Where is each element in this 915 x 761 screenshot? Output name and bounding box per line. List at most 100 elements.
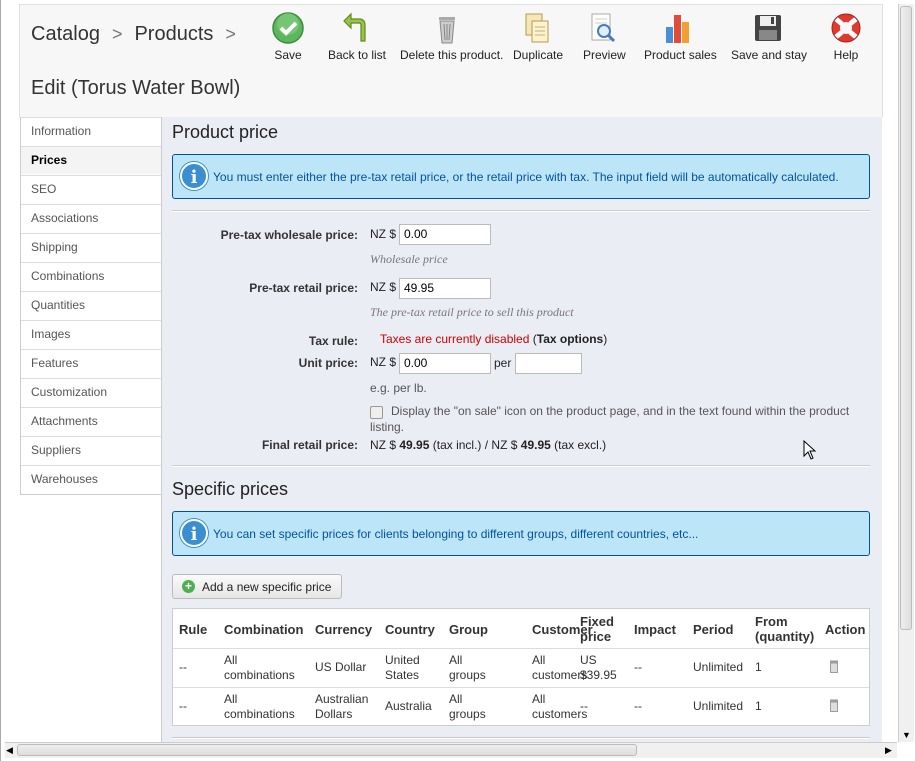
col-period: Period [693,622,734,637]
unit-price-input[interactable] [399,353,491,374]
col-fixed-price: Fixed price [580,614,614,644]
final-price-incl: 49.95 [399,438,430,452]
row2-fixed-price: -- [580,699,588,713]
row1-group-line1: All [449,653,463,667]
breadcrumb-separator: > [111,24,123,44]
breadcrumb-products[interactable]: Products [134,23,213,45]
bar-chart-icon [666,15,689,43]
back-to-list-button[interactable]: Back to list [328,11,386,62]
add-icon: + [182,580,195,593]
sidebar-item-seo[interactable]: SEO [21,175,162,204]
product-tabs-sidebar: Information Prices SEO Associations Ship… [20,117,163,495]
horizontal-scroll-thumb[interactable] [17,744,637,756]
scroll-right-arrow-icon[interactable]: ▶ [885,745,892,756]
row1-impact: -- [634,660,642,674]
info-icon: i [180,519,208,547]
save-button[interactable]: Save [270,11,306,62]
col-country: Country [385,622,435,637]
save-label: Save [274,48,302,62]
row2-impact: -- [634,699,642,713]
help-button[interactable]: Help [828,11,864,62]
sidebar-item-shipping[interactable]: Shipping [21,233,162,262]
tax-options-link[interactable]: Tax options [537,332,603,346]
sidebar-item-attachments[interactable]: Attachments [21,407,162,436]
final-price-excl: 49.95 [520,438,551,452]
on-sale-label-line1: Display the "on sale" icon on the produc… [391,404,850,418]
sidebar-item-suppliers[interactable]: Suppliers [21,436,162,465]
row1-from: 1 [755,660,762,674]
duplicate-button[interactable]: Duplicate [513,11,564,62]
sidebar-item-information[interactable]: Information [21,117,162,146]
row2-country: Australia [385,699,432,713]
retail-hint: The pre-tax retail price to sell this pr… [370,305,574,319]
col-impact: Impact [634,622,676,637]
sidebar-item-combinations[interactable]: Combinations [21,262,162,291]
duplicate-label: Duplicate [513,48,564,62]
tax-rule-value: Taxes are currently disabled (Tax option… [380,332,607,346]
on-sale-checkbox[interactable] [370,406,383,419]
row2-group-line2: groups [449,707,486,721]
sidebar-item-warehouses[interactable]: Warehouses [21,465,162,494]
row1-customer-line1: All [532,653,546,667]
wholesale-currency: NZ $ [370,227,397,241]
breadcrumb-separator: > [225,24,236,44]
row2-combination: All combinations [224,692,295,722]
row1-combination-line1: All [224,653,238,667]
vertical-scrollbar[interactable]: ▼ [898,4,914,742]
row2-rule: -- [179,699,187,713]
specific-prices-heading: Specific prices [172,479,289,499]
sidebar-item-associations[interactable]: Associations [21,204,162,233]
col-currency: Currency [315,622,373,637]
final-suffix: (tax excl.) [554,438,607,452]
tax-rule-label: Tax rule: [308,334,358,348]
product-sales-label: Product sales [644,48,717,62]
retail-price-input[interactable] [399,278,491,299]
delete-row1-icon[interactable] [829,660,839,673]
row1-country-line1: United [385,653,420,667]
unit-hint: e.g. per lb. [370,381,427,395]
breadcrumb: Catalog > Products > [31,23,248,46]
delete-product-button[interactable]: Delete this product. [400,11,503,62]
col-from-line2: (quantity) [755,629,815,644]
vertical-scroll-thumb[interactable] [900,6,912,630]
row1-country-line2: States [385,668,420,682]
back-arrow-icon [343,12,366,42]
unit-per-input[interactable] [515,353,582,374]
unit-price-label: Unit price: [298,356,358,370]
sidebar-item-images[interactable]: Images [21,320,162,349]
horizontal-scrollbar[interactable]: ◀ ▶ [5,742,897,758]
save-and-stay-button[interactable]: Save and stay [731,11,807,62]
row2-currency-line2: Dollars [315,707,353,721]
final-price-label: Final retail price: [261,438,358,452]
row1-fixed-line1: US [580,653,597,667]
specific-info-text: You can set specific prices for clients … [213,527,699,541]
col-action: Action [825,622,866,637]
wholesale-price-input[interactable] [399,224,491,245]
checkmark-icon [272,12,304,44]
col-combination: Combination [224,622,304,637]
add-specific-price-button[interactable]: + Add a new specific price [172,574,342,599]
row1-group-line2: groups [449,668,486,682]
product-price-heading: Product price [172,122,279,142]
duplicate-icon [525,13,549,43]
trash-icon [439,17,455,44]
add-specific-price-label: Add a new specific price [202,580,332,594]
col-fixed-price-line1: Fixed [580,614,614,629]
scroll-left-arrow-icon[interactable]: ◀ [6,745,13,756]
sidebar-item-prices[interactable]: Prices [21,146,162,175]
row2-currency-line1: Australian [315,692,369,706]
row1-group: All groups [449,653,486,683]
preview-button[interactable]: Preview [583,11,626,62]
breadcrumb-catalog[interactable]: Catalog [31,23,100,45]
delete-row2-icon[interactable] [829,699,839,712]
on-sale-label-line2: listing. [370,420,405,434]
scroll-down-arrow-icon[interactable]: ▼ [902,730,911,740]
product-sales-button[interactable]: Product sales [644,11,717,62]
floppy-disk-icon [755,15,781,41]
sidebar-item-features[interactable]: Features [21,349,162,378]
sidebar-item-quantities[interactable]: Quantities [21,291,162,320]
app-window: Catalog > Products > Edit (Torus Water Bowl… [0,0,915,761]
row2-group-line1: All [449,692,463,706]
wholesale-hint: Wholesale price [370,252,448,266]
sidebar-item-customization[interactable]: Customization [21,378,162,407]
